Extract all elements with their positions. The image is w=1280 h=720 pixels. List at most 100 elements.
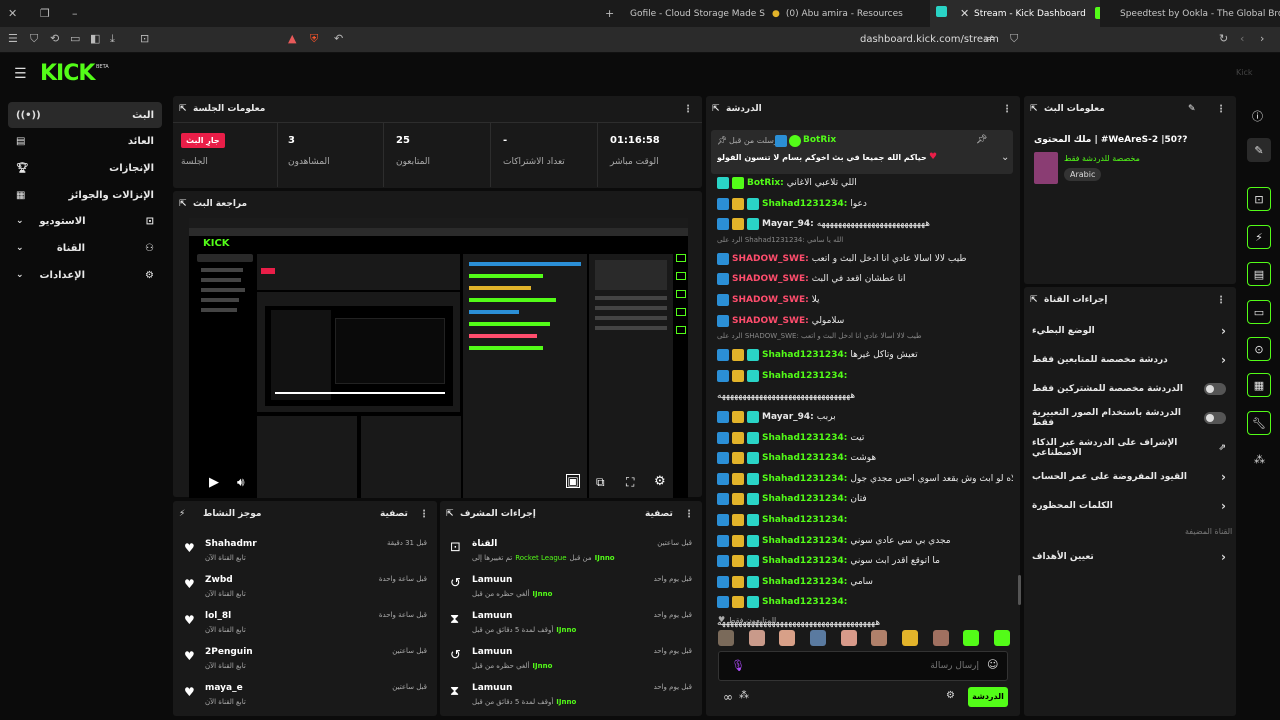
chat-message[interactable]: Shahad1231234: تيت [717,429,1013,447]
modaction-game[interactable]: Rocket League [515,554,566,562]
chat-username[interactable]: Shahad1231234: [762,515,847,525]
chat-username[interactable]: SHADOW_SWE: [732,274,809,284]
chat-username[interactable]: Shahad1231234: [762,577,847,587]
emote-icon[interactable] [840,630,857,646]
nav-item-drops[interactable]: ▦ الإنزالات والجوائز [8,182,162,208]
drag-handle-icon[interactable]: ⇱ [179,199,187,209]
tab-speedtest[interactable]: Speedtest by Ookla - The Global Broa [1120,0,1280,27]
stream-video-player[interactable]: KICK ▶ 🔊︎ ▣ ⧉ ⛶ ⚙ [189,218,688,498]
chat-message[interactable]: BotRix: اللي تلاعبي الاغاني [717,174,1013,192]
chat-username[interactable]: Shahad1231234: [762,556,847,566]
chat-message[interactable]: Shahad1231234: مجدي بي سي عادي سوني [717,532,1013,550]
chat-message[interactable]: Shahad1231234: [717,367,1013,385]
emote-icon[interactable] [748,630,765,646]
emote-icon[interactable] [871,630,888,646]
channel-action-row[interactable]: الإشراف على الدردشة عبر الذكاء الاصطناعي… [1028,434,1230,462]
channel-action-row[interactable]: الكلمات المحظورة › [1028,492,1230,520]
activity-row[interactable]: ♥ 2Penguin تابع القناة الآن قبل ساعتين [173,643,437,677]
modaction-row[interactable]: ⊡ القناة تم تغييرها إلى Rocket League من قبل… [440,535,702,569]
microphone-icon[interactable]: 🎙︎ [731,659,745,672]
chat-message[interactable]: SHADOW_SWE: انا عطشان اقعد في البث [717,270,1013,288]
tab-kick-dashboard[interactable]: ✕ Stream - Kick Dashboard [930,0,1100,27]
back-icon[interactable]: ‹ [1240,32,1244,45]
nav-item-revenue[interactable]: ▤ العائد [8,128,162,154]
modaction-moderator[interactable]: IJnno [595,554,615,562]
nav-item-achievements[interactable]: 🏆︎ الإنجازات [8,155,162,181]
rail-broadcast-icon[interactable]: ⊙ [1247,337,1271,361]
chat-username[interactable]: Mayar_94: [762,412,814,422]
download-icon[interactable]: ⤓ [110,32,115,46]
chat-username[interactable]: Shahad1231234: [762,597,847,607]
close-tab-icon[interactable]: ✕ [960,7,969,20]
drag-handle-icon[interactable]: ⇱ [712,104,720,114]
channel-action-row[interactable]: القيود المفروضة على عمر الحساب › [1028,463,1230,491]
category-thumbnail[interactable] [1034,152,1058,184]
fullscreen-icon[interactable]: ⛶ [626,475,634,490]
chat-username[interactable]: Shahad1231234: [762,350,847,360]
chat-message[interactable]: Shahad1231234: دعوا [717,195,1013,213]
emote-icon[interactable] [963,630,980,646]
chat-username[interactable]: Mayar_94: [762,219,814,229]
chat-message[interactable]: Shahad1231234: هوشت [717,449,1013,467]
nav-item-stream[interactable]: ((•)) البث [8,102,162,128]
modaction-row[interactable]: ⧗ Lamuun أوقف لمدة 5 دقائق من قبل IJnno قبل … [440,607,702,641]
rail-chat-icon[interactable]: ▭ [1247,300,1271,324]
settings-gear-icon[interactable]: ⚙ [654,474,666,489]
minimize-window-icon[interactable]: – [72,7,78,20]
chat-message[interactable]: Shahad1231234: تعيش وتاكل غيرها [717,346,1013,364]
filter-button[interactable]: تصفية [645,509,673,519]
toggle-switch[interactable] [1204,412,1226,424]
chat-username[interactable]: SHADOW_SWE: [732,295,809,305]
close-window-icon[interactable]: ✕ [8,7,17,20]
chat-message[interactable]: Mayar_94: بربب [717,408,1013,426]
drag-handle-icon[interactable]: ⇱ [179,104,187,114]
kick-logo[interactable]: KICK [40,61,95,86]
rail-document-icon[interactable]: ▤ [1247,262,1271,286]
rail-wrench-icon[interactable]: 🔧︎ [1247,411,1271,435]
warning-icon[interactable]: ▲ [288,32,296,45]
points-icon[interactable]: ∞ [723,690,733,704]
activity-username[interactable]: lol_8l [205,611,231,621]
site-settings-icon[interactable]: ⇌ [985,32,994,45]
nav-item-studio[interactable]: ⌄ الاستوديو ⊡ [8,208,162,234]
screenshot-icon[interactable]: ⊡ [140,32,149,45]
more-options-icon[interactable]: ⋮ [1002,104,1012,115]
activity-row[interactable]: ♥ Zwbd تابع القناة الآن قبل ساعة واحدة [173,571,437,605]
modaction-user[interactable]: Lamuun [472,683,512,693]
nav-item-settings[interactable]: ⌄ الإعدادات ⚙ [8,262,162,288]
forward-icon[interactable]: › [1260,32,1264,45]
activity-username[interactable]: Shahadmr [205,539,257,549]
chat-username[interactable]: SHADOW_SWE: [732,254,809,264]
history-icon[interactable]: ⟲ [50,32,59,45]
unpin-icon[interactable]: 📌︎ [976,135,987,145]
channel-action-row[interactable]: الدردشة مخصصة للمشتركين فقط [1028,375,1230,403]
tab-resources[interactable]: ● (0) Abu amira - Resources [772,0,922,27]
chat-message[interactable]: Shahad1231234: [717,511,1013,529]
modaction-user[interactable]: القناة [472,539,497,549]
sidebar-icon[interactable]: ◧ [90,32,100,45]
category-link[interactable]: مخصصة للدردشة فقط [1064,154,1140,163]
url-field[interactable]: dashboard.kick.com/stream [860,34,999,45]
chat-scrollbar[interactable] [1018,575,1021,605]
more-options-icon[interactable]: ⋮ [1216,295,1226,306]
info-icon[interactable]: ⓘ [1252,108,1263,124]
activity-username[interactable]: Zwbd [205,575,233,585]
rail-layout-icon[interactable]: ▦ [1247,373,1271,397]
chat-settings-icon[interactable]: ⚙ [946,690,955,701]
back-arrow-icon[interactable]: ↶ [334,32,343,45]
emote-icon[interactable] [993,630,1010,646]
modaction-user[interactable]: Lamuun [472,647,512,657]
modaction-user[interactable]: Lamuun [472,611,512,621]
drag-handle-icon[interactable]: ⇱ [1030,104,1038,114]
activity-row[interactable]: ♥ Shahadmr تابع القناة الآن قبل 31 دقيقة [173,535,437,569]
new-tab-icon[interactable]: + [605,7,614,20]
edit-icon[interactable]: ✎ [1247,138,1271,162]
emote-icon[interactable] [932,630,949,646]
chat-message-input[interactable] [749,658,979,674]
chat-message[interactable]: Shahad1231234: ما اتوقع اقدر ابث سوني [717,552,1013,570]
activity-username[interactable]: maya_e [205,683,243,693]
pinned-username[interactable]: BotRix [803,135,836,145]
chat-username[interactable]: Shahad1231234: [762,199,847,209]
chat-username[interactable]: Shahad1231234: [762,371,847,381]
more-options-icon[interactable]: ⋮ [684,509,694,520]
